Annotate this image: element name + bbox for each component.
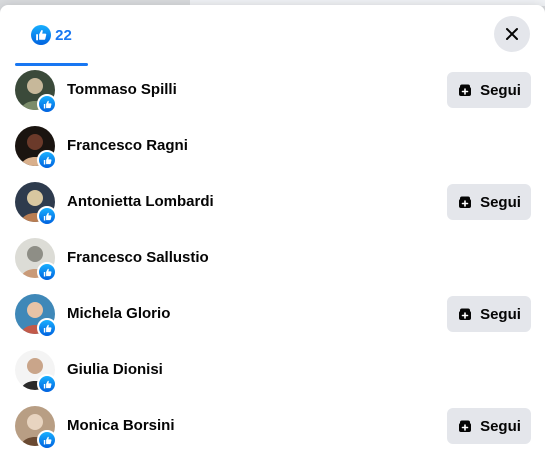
list-item: Tommaso Spilli Segui xyxy=(0,62,545,118)
avatar-link[interactable] xyxy=(15,182,57,226)
list-item: Michela Glorio Segui xyxy=(0,286,545,342)
like-icon xyxy=(37,94,57,114)
person-name[interactable]: Francesco Ragni xyxy=(67,118,188,174)
list-item: Francesco Ragni xyxy=(0,118,545,174)
avatar-link[interactable] xyxy=(15,126,57,170)
list-item: Monica Borsini Segui xyxy=(0,398,545,450)
tab-all-likes[interactable]: 22 xyxy=(15,5,88,66)
follow-button-label: Segui xyxy=(480,81,521,99)
person-name[interactable]: Giulia Dionisi xyxy=(67,342,163,398)
avatar-link[interactable] xyxy=(15,350,57,394)
close-button[interactable] xyxy=(494,16,530,52)
dialog-header: 22 xyxy=(0,5,545,66)
follow-button[interactable]: Segui xyxy=(447,296,531,332)
follow-button[interactable]: Segui xyxy=(447,184,531,220)
add-friend-icon xyxy=(459,308,472,320)
person-name[interactable]: Tommaso Spilli xyxy=(67,62,177,118)
add-friend-icon xyxy=(459,196,472,208)
person-name[interactable]: Monica Borsini xyxy=(67,398,175,450)
follow-button[interactable]: Segui xyxy=(447,408,531,444)
list-item: Francesco Sallustio xyxy=(0,230,545,286)
like-icon xyxy=(37,150,57,170)
tab-like-count: 22 xyxy=(55,26,72,44)
follow-button-label: Segui xyxy=(480,417,521,435)
person-name[interactable]: Antonietta Lombardi xyxy=(67,174,214,230)
avatar-link[interactable] xyxy=(15,70,57,114)
like-icon xyxy=(37,318,57,338)
avatar-link[interactable] xyxy=(15,294,57,338)
list-item: Giulia Dionisi xyxy=(0,342,545,398)
like-icon xyxy=(31,25,52,45)
follow-button[interactable]: Segui xyxy=(447,72,531,108)
add-friend-icon xyxy=(459,84,472,96)
list-item: Antonietta Lombardi Segui xyxy=(0,174,545,230)
like-icon xyxy=(37,374,57,394)
reactions-people-list: Tommaso Spilli Segui Francesco Ragni Antoni… xyxy=(0,62,545,450)
person-name[interactable]: Francesco Sallustio xyxy=(67,230,209,286)
add-friend-icon xyxy=(459,420,472,432)
like-icon xyxy=(37,262,57,282)
like-icon xyxy=(37,206,57,226)
close-icon xyxy=(506,28,518,40)
reactions-dialog: 22 Tommaso Spilli Segui Francesco Ragni Ant… xyxy=(0,5,545,450)
like-icon xyxy=(37,430,57,450)
follow-button-label: Segui xyxy=(480,193,521,211)
person-name[interactable]: Michela Glorio xyxy=(67,286,170,342)
avatar-link[interactable] xyxy=(15,406,57,450)
avatar-link[interactable] xyxy=(15,238,57,282)
follow-button-label: Segui xyxy=(480,305,521,323)
